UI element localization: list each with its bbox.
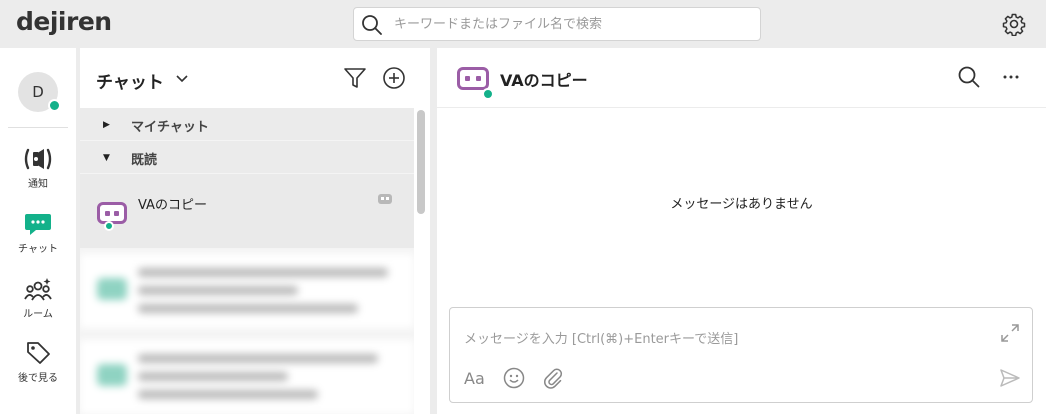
rooms-icon: [24, 278, 52, 301]
redacted-text: [138, 390, 318, 399]
nav-item-chat[interactable]: チャット: [0, 211, 76, 265]
bot-avatar-icon: [457, 67, 494, 100]
caret-right-icon: ▶: [103, 120, 110, 130]
notification-icon: [24, 148, 52, 170]
bot-avatar-icon: [97, 202, 127, 231]
search-icon[interactable]: [957, 65, 981, 89]
nav-item-notifications[interactable]: 通知: [0, 146, 76, 200]
section-read[interactable]: ▼ 既読: [80, 141, 414, 173]
section-title: マイチャット: [131, 120, 209, 135]
gear-icon[interactable]: [1002, 12, 1026, 36]
redacted-text: [138, 286, 298, 295]
message-input[interactable]: [464, 328, 984, 350]
nav-label-later: 後で見る: [18, 373, 58, 384]
caret-down-icon: ▼: [103, 153, 110, 163]
chat-list-header: チャット: [80, 48, 430, 108]
filter-icon[interactable]: [343, 66, 367, 90]
nav-item-later[interactable]: 後で見る: [0, 340, 76, 394]
top-bar: dejiren: [0, 0, 1046, 48]
global-search[interactable]: [353, 7, 761, 41]
add-chat-icon[interactable]: [382, 66, 406, 90]
conversation-header: VAのコピー: [437, 48, 1046, 108]
chat-list-item-redacted[interactable]: [80, 340, 414, 414]
search-icon: [362, 15, 382, 35]
online-status-dot: [48, 99, 61, 112]
user-avatar[interactable]: D: [18, 72, 61, 112]
nav-rail: D 通知 チャット ルーム 後で見る: [0, 48, 76, 414]
nav-item-rooms[interactable]: ルーム: [0, 276, 76, 330]
section-title: 既読: [131, 153, 158, 168]
send-icon[interactable]: [998, 366, 1022, 390]
chat-list: ▶ マイチャット ▼ 既読 VAのコピー: [80, 108, 414, 414]
paperclip-icon[interactable]: [541, 366, 565, 390]
nav-label-notifications: 通知: [28, 179, 48, 190]
nav-label-chat: チャット: [18, 244, 58, 255]
chat-list-item[interactable]: VAのコピー: [80, 174, 414, 248]
search-input[interactable]: [394, 13, 754, 35]
redacted-text: [138, 304, 358, 313]
conversation-pane: VAのコピー メッセージはありません Aa: [437, 48, 1046, 414]
app-logo: dejiren: [16, 7, 112, 36]
avatar-initial: D: [32, 83, 44, 101]
message-composer: Aa: [449, 307, 1033, 403]
chat-list-panel: チャット ▶ マイチャット ▼ 既読 VAのコピー: [80, 48, 430, 414]
chat-list-title[interactable]: チャット: [96, 68, 164, 93]
chat-list-item-redacted[interactable]: [80, 254, 414, 328]
rail-divider: [8, 127, 68, 128]
online-status-dot: [104, 221, 114, 231]
empty-state-message: メッセージはありません: [670, 197, 813, 212]
redacted-avatar: [97, 278, 127, 300]
format-button[interactable]: Aa: [464, 369, 485, 388]
redacted-avatar: [97, 364, 127, 386]
expand-icon[interactable]: [999, 322, 1021, 344]
online-status-dot: [482, 88, 494, 100]
redacted-text: [138, 354, 378, 363]
chat-icon: [25, 214, 51, 235]
bot-badge-icon: [378, 194, 392, 204]
tag-icon: [27, 342, 50, 364]
redacted-text: [138, 268, 388, 277]
chevron-down-icon[interactable]: [176, 74, 188, 84]
chat-item-name: VAのコピー: [138, 198, 207, 213]
section-my-chats[interactable]: ▶ マイチャット: [80, 108, 414, 140]
emoji-icon[interactable]: [502, 366, 526, 390]
nav-label-rooms: ルーム: [23, 309, 53, 320]
scrollbar-thumb[interactable]: [417, 110, 425, 214]
more-options-icon[interactable]: [999, 65, 1023, 89]
conversation-title: VAのコピー: [500, 71, 588, 90]
redacted-text: [138, 372, 288, 381]
